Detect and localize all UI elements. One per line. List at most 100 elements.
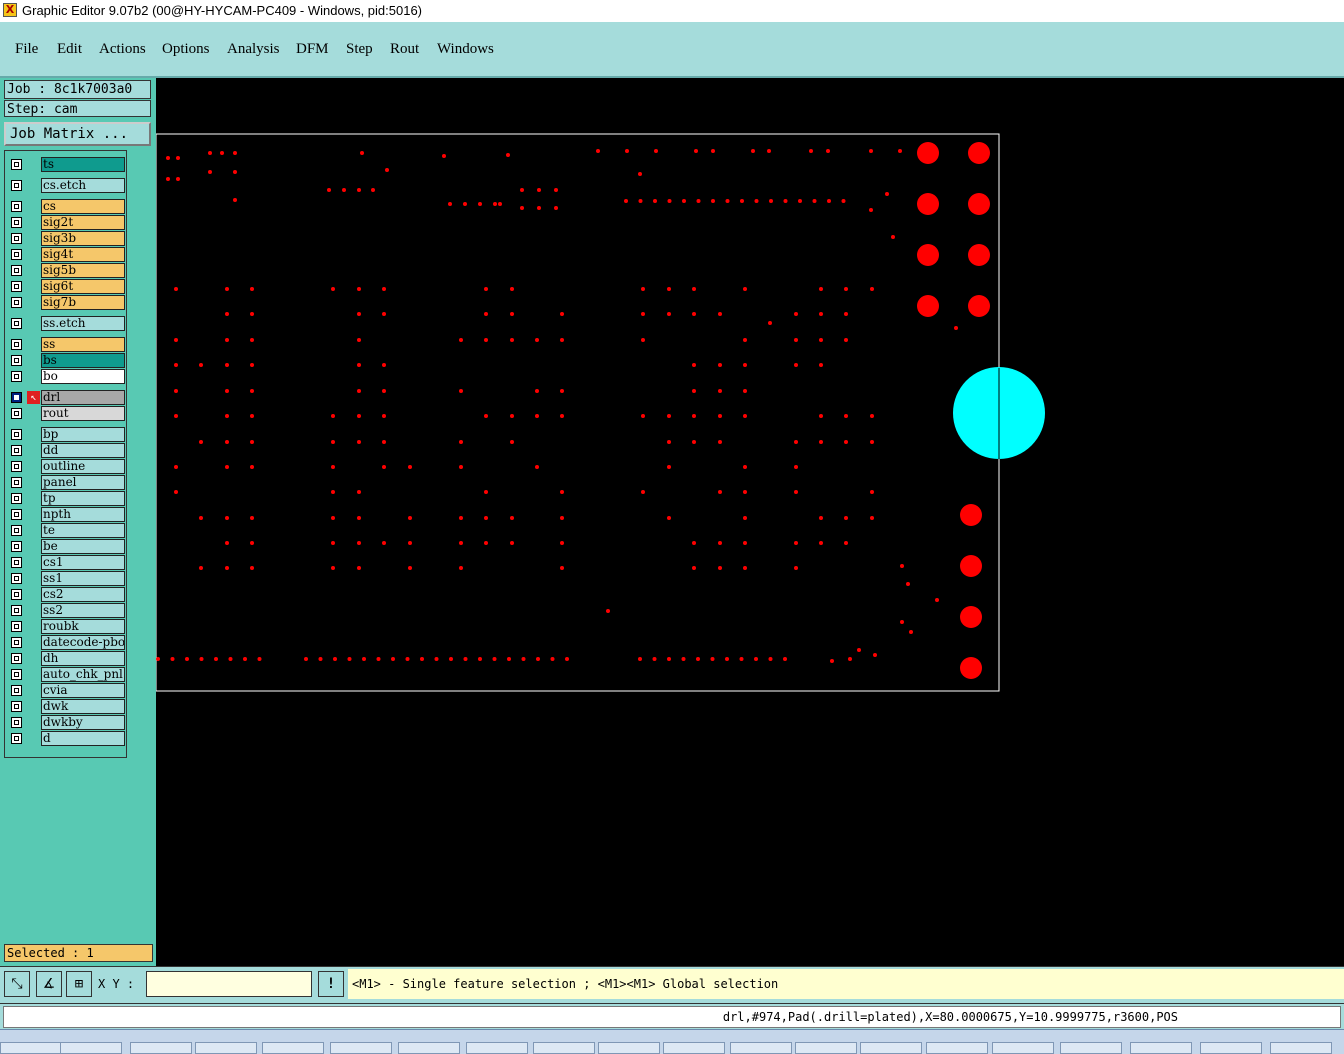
pad[interactable] [166, 156, 170, 160]
pad[interactable] [954, 326, 958, 330]
pad[interactable] [233, 198, 237, 202]
pad[interactable] [484, 541, 488, 545]
pad[interactable] [870, 490, 874, 494]
layer-name[interactable]: dwkby [41, 715, 125, 730]
pad[interactable] [225, 389, 229, 393]
grid-snap-icon[interactable]: ⊞ [66, 971, 92, 997]
pad[interactable] [174, 465, 178, 469]
pad[interactable] [844, 312, 848, 316]
pad[interactable] [667, 465, 671, 469]
taskbar-item[interactable] [60, 1042, 122, 1054]
pad[interactable] [743, 516, 747, 520]
pad[interactable] [917, 193, 939, 215]
pad[interactable] [641, 490, 645, 494]
pad[interactable] [968, 295, 990, 317]
pad[interactable] [382, 312, 386, 316]
pad[interactable] [382, 363, 386, 367]
pad[interactable] [906, 582, 910, 586]
pad[interactable] [794, 541, 798, 545]
pad[interactable] [250, 363, 254, 367]
pad[interactable] [857, 648, 861, 652]
pad[interactable] [968, 142, 990, 164]
pad[interactable] [794, 363, 798, 367]
layer-row-datecode-pbo[interactable]: datecode-pbo [7, 635, 125, 650]
taskbar-item[interactable] [1060, 1042, 1122, 1054]
layer-checkbox[interactable] [11, 355, 22, 366]
pad[interactable] [694, 149, 698, 153]
layer-row-ss-etch[interactable]: ss.etch [7, 316, 125, 331]
taskbar-item[interactable] [0, 1042, 62, 1054]
layer-checkbox[interactable] [11, 281, 22, 292]
pad[interactable] [442, 154, 446, 158]
pad[interactable] [743, 566, 747, 570]
pad[interactable] [510, 338, 514, 342]
pad[interactable] [225, 414, 229, 418]
pad[interactable] [357, 389, 361, 393]
layer-row-auto-chk-pnl[interactable]: auto_chk_pnl [7, 667, 125, 682]
taskbar-item[interactable] [1200, 1042, 1262, 1054]
pad[interactable] [624, 199, 628, 203]
pad[interactable] [870, 440, 874, 444]
pad[interactable] [819, 541, 823, 545]
pad[interactable] [798, 199, 802, 203]
layer-checkbox[interactable] [11, 392, 22, 403]
pad[interactable] [783, 657, 787, 661]
pad[interactable] [225, 541, 229, 545]
layer-row-sig2t[interactable]: sig2t [7, 215, 125, 230]
layer-checkbox[interactable] [11, 265, 22, 276]
pad[interactable] [812, 199, 817, 203]
pad[interactable] [869, 208, 873, 212]
layer-row-cvia[interactable]: cvia [7, 683, 125, 698]
pad[interactable] [250, 465, 254, 469]
pad[interactable] [174, 414, 178, 418]
pad[interactable] [484, 312, 488, 316]
pad[interactable] [743, 490, 747, 494]
pad[interactable] [638, 199, 643, 203]
pad[interactable] [342, 188, 346, 192]
pad[interactable] [819, 440, 823, 444]
pad[interactable] [550, 657, 555, 661]
pad[interactable] [250, 338, 254, 342]
pad[interactable] [174, 490, 178, 494]
pad[interactable] [357, 516, 361, 520]
pad[interactable] [331, 287, 335, 291]
pad[interactable] [174, 338, 178, 342]
pad[interactable] [170, 657, 175, 661]
pad[interactable] [214, 657, 218, 661]
layer-row-d[interactable]: d [7, 731, 125, 746]
pad[interactable] [333, 657, 337, 661]
layer-name[interactable]: sig7b [41, 295, 125, 310]
pad[interactable] [357, 541, 361, 545]
pad[interactable] [718, 440, 722, 444]
layer-checkbox[interactable] [11, 461, 22, 472]
pad[interactable] [347, 657, 352, 661]
pad[interactable] [667, 657, 671, 661]
layer-name[interactable]: tp [41, 491, 125, 506]
layer-name[interactable]: datecode-pbo [41, 635, 125, 650]
pad[interactable] [654, 149, 658, 153]
layer-name[interactable]: cs1 [41, 555, 125, 570]
pad[interactable] [560, 414, 564, 418]
pad[interactable] [382, 440, 386, 444]
layer-name[interactable]: be [41, 539, 125, 554]
job-matrix-button[interactable]: Job Matrix ... [4, 122, 151, 146]
pad[interactable] [718, 389, 722, 393]
pad[interactable] [408, 541, 412, 545]
pad[interactable] [225, 440, 229, 444]
taskbar-item[interactable] [398, 1042, 460, 1054]
layer-checkbox[interactable] [11, 201, 22, 212]
layer-name[interactable]: roubk [41, 619, 125, 634]
pad[interactable] [357, 440, 361, 444]
pad[interactable] [498, 202, 502, 206]
pad[interactable] [385, 168, 389, 172]
pad[interactable] [174, 287, 178, 291]
pad[interactable] [225, 287, 229, 291]
pad[interactable] [185, 657, 189, 661]
layer-name[interactable]: dh [41, 651, 125, 666]
layer-row-cs1[interactable]: cs1 [7, 555, 125, 570]
pad[interactable] [208, 170, 212, 174]
pad[interactable] [382, 465, 386, 469]
menu-actions[interactable]: Actions [99, 41, 146, 58]
pad[interactable] [725, 199, 730, 203]
layer-row-sig6t[interactable]: sig6t [7, 279, 125, 294]
